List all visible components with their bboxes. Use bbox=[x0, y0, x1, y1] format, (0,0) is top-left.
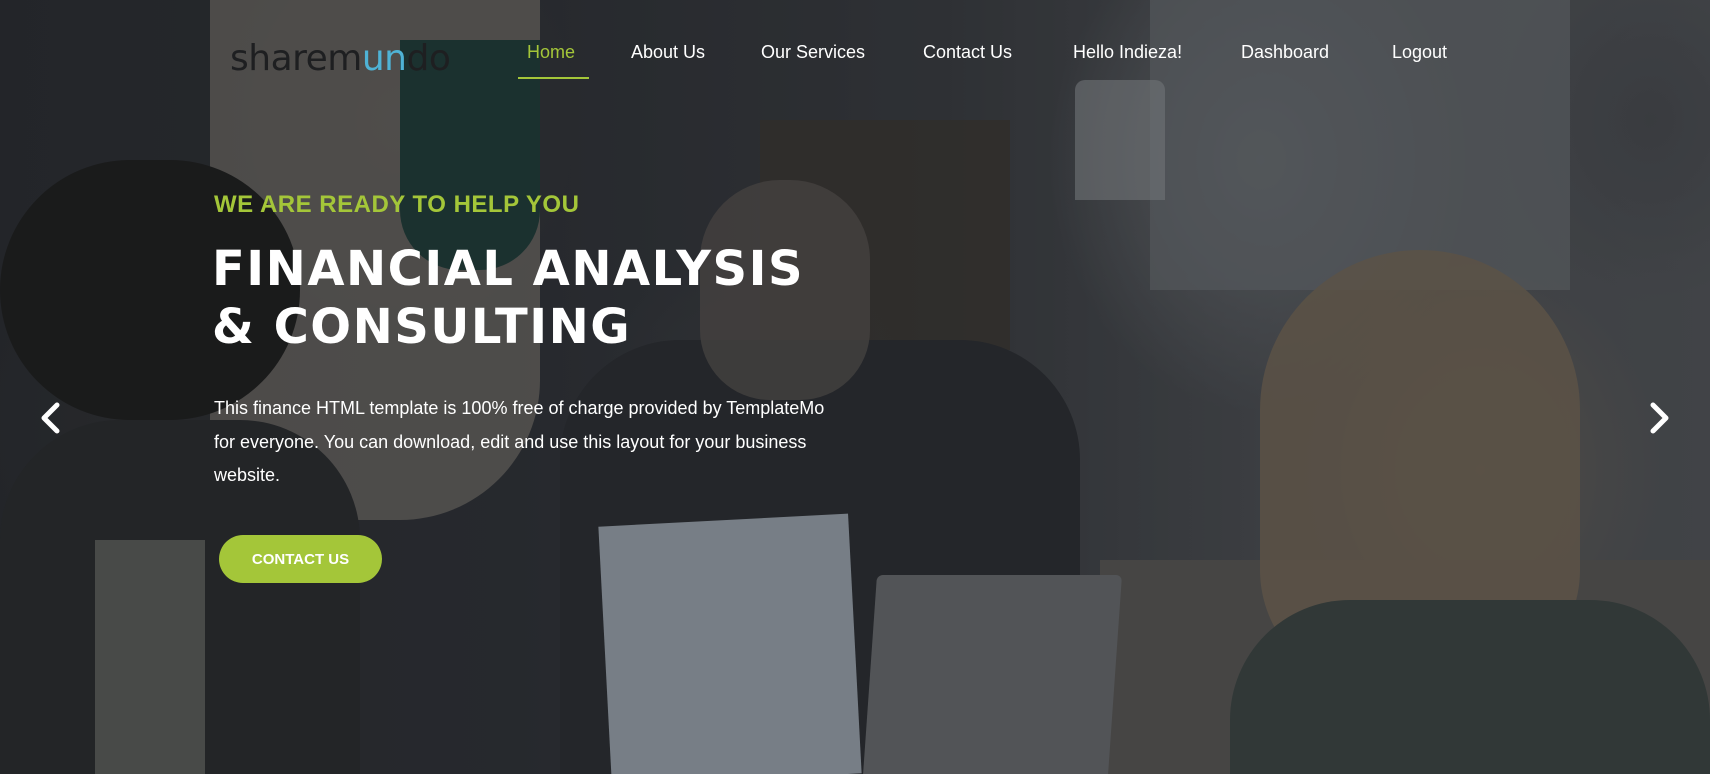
carousel-next-button[interactable] bbox=[1644, 400, 1674, 436]
nav-dashboard[interactable]: Dashboard bbox=[1241, 42, 1329, 63]
logo-accent: un bbox=[361, 38, 407, 79]
carousel-prev-button[interactable] bbox=[36, 400, 66, 436]
chevron-right-icon bbox=[1650, 402, 1669, 434]
nav-home[interactable]: Home bbox=[527, 42, 575, 63]
nav-user-greeting[interactable]: Hello Indieza! bbox=[1073, 42, 1182, 63]
hero-description-line2: for everyone. You can download, edit and… bbox=[214, 431, 807, 452]
hero-kicker: WE ARE READY TO HELP YOU bbox=[214, 191, 580, 218]
hero-description-line3: website. bbox=[214, 465, 281, 485]
hero-overlay bbox=[0, 0, 1710, 774]
logo-prefix: sharem bbox=[230, 38, 362, 79]
nav-contact-us[interactable]: Contact Us bbox=[923, 42, 1012, 63]
nav-about-us[interactable]: About Us bbox=[631, 42, 705, 63]
hero-title-line2: & CONSULTING bbox=[212, 299, 632, 355]
hero-description: This finance HTML template is 100% free … bbox=[214, 392, 874, 493]
hero-title-line1: FINANCIAL ANALYSIS bbox=[212, 241, 805, 297]
nav-logout[interactable]: Logout bbox=[1392, 42, 1447, 63]
hero-description-line1: This finance HTML template is 100% free … bbox=[214, 398, 825, 418]
contact-us-button[interactable]: CONTACT US bbox=[219, 535, 382, 583]
chevron-left-icon bbox=[41, 402, 60, 434]
nav-our-services[interactable]: Our Services bbox=[761, 42, 865, 63]
nav-active-underline bbox=[518, 77, 589, 79]
brand-logo[interactable]: sharemundo bbox=[230, 38, 451, 79]
logo-suffix: do bbox=[406, 38, 451, 79]
hero-title: FINANCIAL ANALYSIS & CONSULTING bbox=[212, 240, 804, 356]
hero-background-image bbox=[0, 0, 1710, 774]
